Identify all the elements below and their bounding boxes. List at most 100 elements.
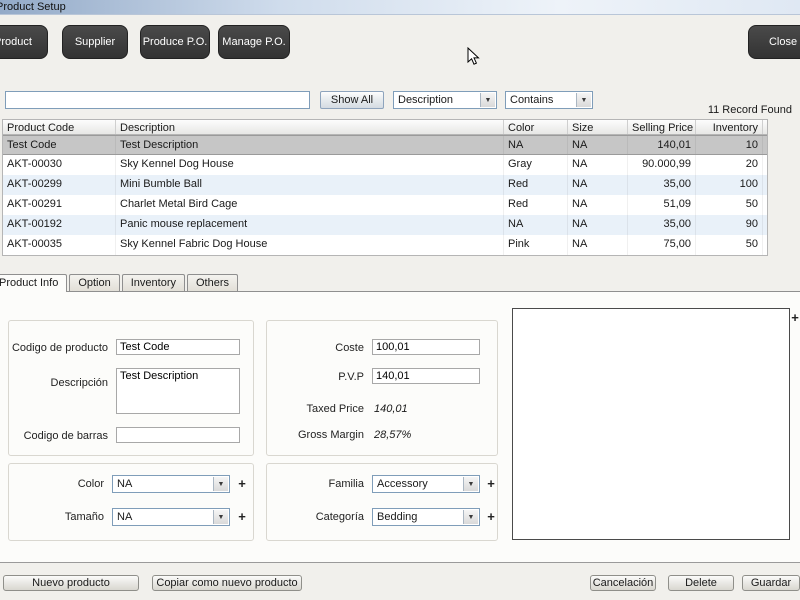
family-dropdown[interactable]: Accessory ▼ (372, 475, 480, 493)
pvp-label: P.V.P (266, 371, 364, 383)
column-header[interactable]: Inventory (696, 120, 763, 134)
cell-inventory: 90 (696, 215, 763, 235)
chevron-down-icon: ▼ (463, 510, 478, 524)
cell-size: NA (568, 235, 628, 255)
cell-inventory: 100 (696, 175, 763, 195)
product-code-field[interactable] (116, 339, 240, 355)
tab-others[interactable]: Others (187, 274, 238, 291)
table-row[interactable]: Test Code Test Description NA NA 140,01 … (3, 135, 767, 155)
tab-product-info[interactable]: Product Info (0, 274, 67, 292)
delete-button[interactable]: Delete (668, 575, 734, 591)
color-dropdown[interactable]: NA ▼ (112, 475, 230, 493)
cell-size: NA (568, 136, 628, 154)
size-label: Tamaño (8, 511, 104, 523)
cell-color: NA (504, 215, 568, 235)
table-row[interactable]: AKT-00030 Sky Kennel Dog House Gray NA 9… (3, 155, 767, 175)
color-value: NA (117, 478, 132, 490)
cost-field[interactable] (372, 339, 480, 355)
add-size-button[interactable]: + (236, 509, 248, 524)
tab-option[interactable]: Option (69, 274, 119, 291)
product-code-label: Codigo de producto (8, 342, 108, 354)
size-dropdown[interactable]: NA ▼ (112, 508, 230, 526)
product-image-box (512, 308, 790, 540)
cell-description: Sky Kennel Fabric Dog House (116, 235, 504, 255)
search-field-value: Description (398, 94, 453, 106)
description-field[interactable]: Test Description (116, 368, 240, 414)
produce-po-button[interactable]: Produce P.O. (140, 25, 210, 59)
cell-size: NA (568, 175, 628, 195)
gross-margin-label: Gross Margin (266, 429, 364, 441)
table-row[interactable]: AKT-00192 Panic mouse replacement NA NA … (3, 215, 767, 235)
window-title: Product Setup (0, 1, 66, 13)
taxed-price-label: Taxed Price (266, 403, 364, 415)
column-header[interactable]: Size (568, 120, 628, 134)
table-row[interactable]: AKT-00291 Charlet Metal Bird Cage Red NA… (3, 195, 767, 215)
category-value: Bedding (377, 511, 417, 523)
cell-inventory: 10 (696, 136, 763, 154)
cell-selling-price: 90.000,99 (628, 155, 696, 175)
cell-size: NA (568, 215, 628, 235)
chevron-down-icon: ▼ (213, 477, 228, 491)
gross-margin-value: 28,57% (374, 429, 411, 441)
table-row[interactable]: AKT-00035 Sky Kennel Fabric Dog House Pi… (3, 235, 767, 255)
cell-product-code: Test Code (3, 136, 116, 154)
description-label: Descripción (8, 377, 108, 389)
family-label: Familia (266, 478, 364, 490)
add-image-button[interactable]: + (789, 310, 800, 325)
family-value: Accessory (377, 478, 428, 490)
column-header[interactable]: Product Code (3, 120, 116, 134)
cell-color: NA (504, 136, 568, 154)
product-button[interactable]: Product (0, 25, 48, 59)
table-row[interactable]: AKT-00299 Mini Bumble Ball Red NA 35,00 … (3, 175, 767, 195)
add-color-button[interactable]: + (236, 476, 248, 491)
show-all-button[interactable]: Show All (320, 91, 384, 109)
search-operator-value: Contains (510, 94, 553, 106)
cell-selling-price: 140,01 (628, 136, 696, 154)
pvp-field[interactable] (372, 368, 480, 384)
cell-description: Test Description (116, 136, 504, 154)
search-field-dropdown[interactable]: Description ▼ (393, 91, 497, 109)
chevron-down-icon: ▼ (576, 93, 591, 107)
chevron-down-icon: ▼ (213, 510, 228, 524)
save-button[interactable]: Guardar (742, 575, 800, 591)
cell-selling-price: 51,09 (628, 195, 696, 215)
add-category-button[interactable]: + (485, 509, 497, 524)
new-product-button[interactable]: Nuevo producto (3, 575, 139, 591)
barcode-field[interactable] (116, 427, 240, 443)
search-input[interactable] (5, 91, 310, 109)
search-operator-dropdown[interactable]: Contains ▼ (505, 91, 593, 109)
barcode-label: Codigo de barras (8, 430, 108, 442)
supplier-button[interactable]: Supplier (62, 25, 128, 59)
category-label: Categoría (266, 511, 364, 523)
manage-po-button[interactable]: Manage P.O. (218, 25, 290, 59)
cell-product-code: AKT-00030 (3, 155, 116, 175)
cell-selling-price: 35,00 (628, 175, 696, 195)
cell-description: Charlet Metal Bird Cage (116, 195, 504, 215)
category-dropdown[interactable]: Bedding ▼ (372, 508, 480, 526)
tab-strip: Product Info Option Inventory Others (0, 274, 240, 292)
copy-product-button[interactable]: Copiar como nuevo producto (152, 575, 302, 591)
title-bar: Product Setup (0, 0, 800, 15)
taxed-price-value: 140,01 (374, 403, 408, 415)
cell-color: Gray (504, 155, 568, 175)
cell-description: Sky Kennel Dog House (116, 155, 504, 175)
table-header: Product Code Description Color Size Sell… (3, 120, 767, 135)
cell-product-code: AKT-00299 (3, 175, 116, 195)
footer-divider (0, 562, 800, 563)
add-family-button[interactable]: + (485, 476, 497, 491)
mouse-cursor (467, 47, 480, 66)
cell-inventory: 50 (696, 235, 763, 255)
cell-inventory: 50 (696, 195, 763, 215)
record-count: 11 Record Found (708, 104, 792, 116)
cancel-button[interactable]: Cancelación (590, 575, 656, 591)
column-header[interactable]: Selling Price (628, 120, 696, 134)
column-header[interactable]: Color (504, 120, 568, 134)
cell-product-code: AKT-00192 (3, 215, 116, 235)
close-button[interactable]: Close (748, 25, 800, 59)
cell-selling-price: 75,00 (628, 235, 696, 255)
column-header[interactable]: Description (116, 120, 504, 134)
cell-color: Pink (504, 235, 568, 255)
cell-product-code: AKT-00035 (3, 235, 116, 255)
tab-inventory[interactable]: Inventory (122, 274, 185, 291)
color-label: Color (8, 478, 104, 490)
